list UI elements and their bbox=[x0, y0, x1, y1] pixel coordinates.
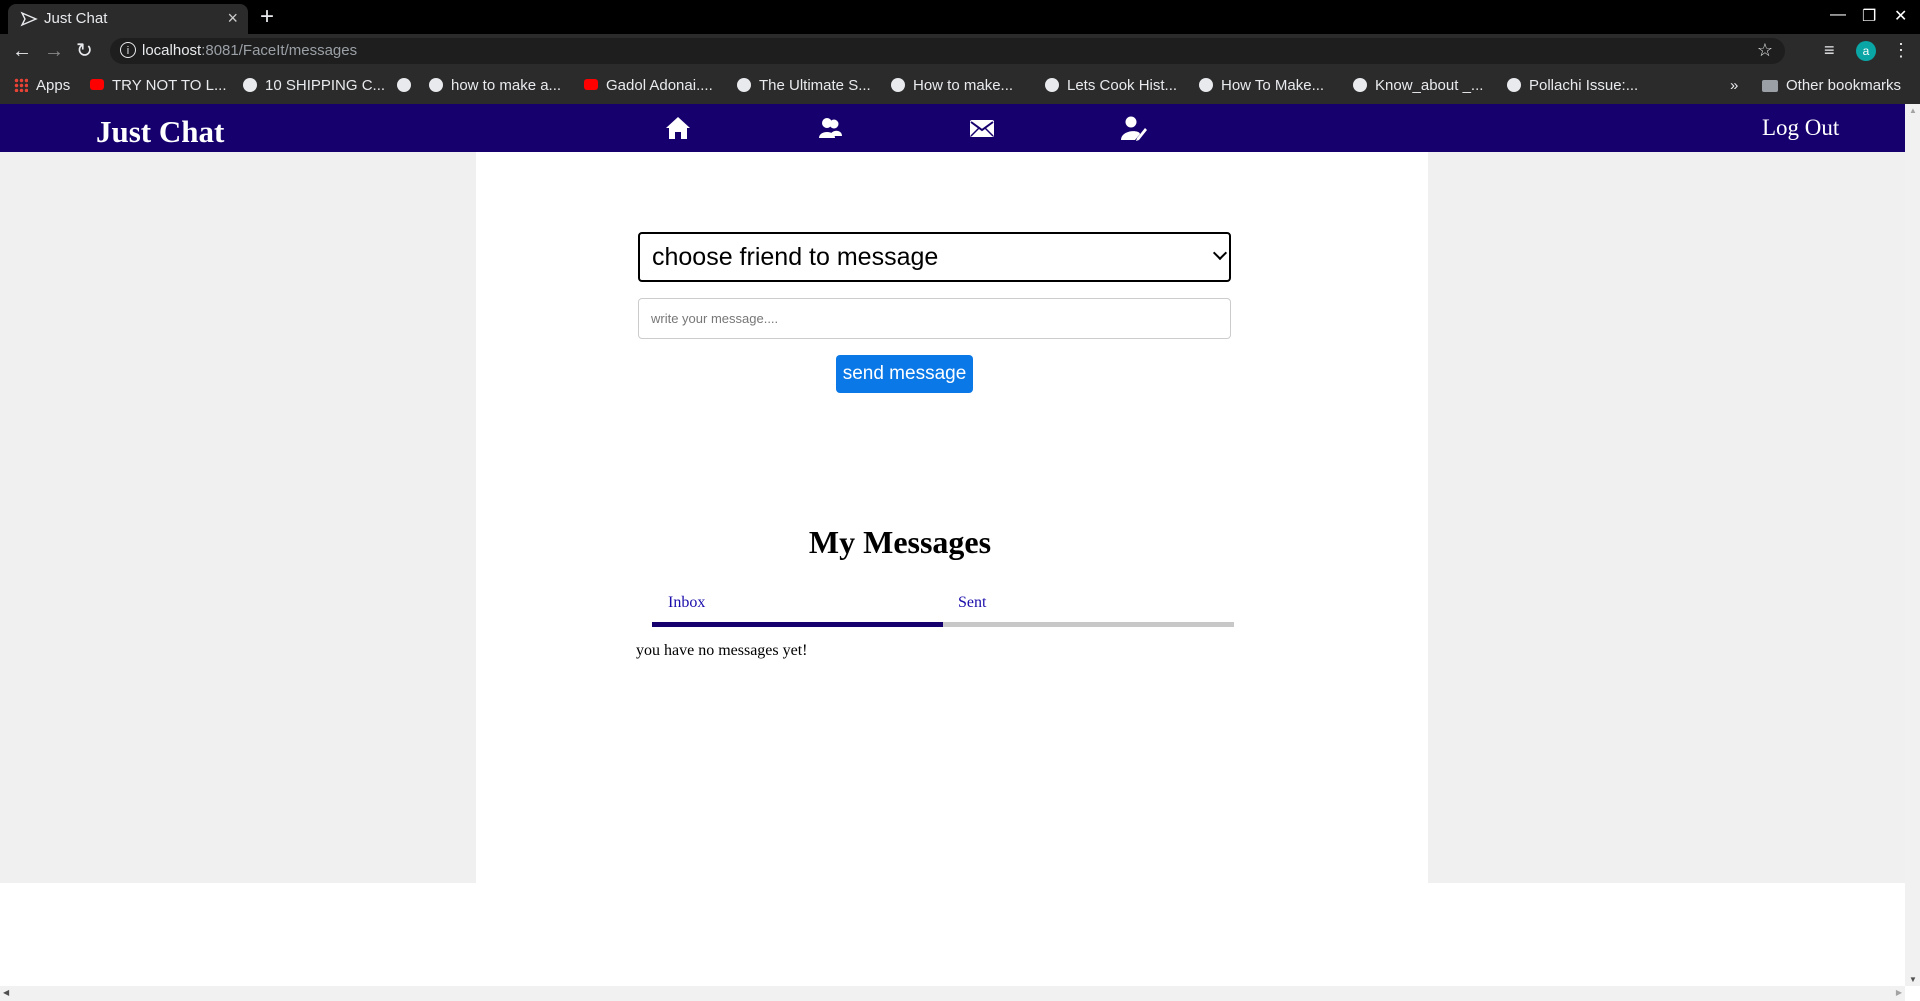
youtube-icon bbox=[584, 79, 598, 90]
messages-heading: My Messages bbox=[808, 524, 992, 560]
tab-close-icon[interactable]: × bbox=[227, 8, 238, 29]
bookmark-item[interactable]: How To Make... bbox=[1199, 77, 1324, 94]
folder-icon bbox=[1762, 80, 1778, 92]
bookmark-item[interactable]: Gadol Adonai.... bbox=[584, 77, 713, 94]
globe-icon bbox=[891, 78, 905, 92]
globe-icon bbox=[429, 78, 443, 92]
tab-active-indicator bbox=[652, 622, 943, 627]
scroll-down-icon[interactable]: ▼ bbox=[1909, 975, 1917, 984]
forward-icon[interactable]: → bbox=[44, 39, 64, 63]
scroll-up-icon[interactable]: ▲ bbox=[1909, 106, 1917, 115]
site-info-icon[interactable]: i bbox=[120, 42, 136, 58]
scroll-right-icon[interactable]: ▶ bbox=[1896, 988, 1902, 997]
url-text: localhost:8081/FaceIt/messages bbox=[142, 42, 358, 59]
bookmark-item[interactable]: 10 SHIPPING C... bbox=[243, 77, 385, 94]
app-navbar: Just Chat Log Out bbox=[0, 104, 1905, 152]
bookmark-item[interactable]: how to make a... bbox=[429, 77, 561, 94]
bookmark-item[interactable] bbox=[397, 77, 419, 94]
scroll-left-icon[interactable]: ◀ bbox=[3, 988, 9, 997]
friends-icon[interactable] bbox=[816, 114, 844, 142]
tab-inbox[interactable]: Inbox bbox=[668, 594, 705, 612]
edit-profile-icon[interactable] bbox=[1120, 114, 1148, 142]
bookmark-star-icon[interactable]: ☆ bbox=[1757, 40, 1773, 61]
bookmark-item[interactable]: How to make... bbox=[891, 77, 1013, 94]
bookmark-item[interactable]: The Ultimate S... bbox=[737, 77, 871, 94]
globe-icon bbox=[1045, 78, 1059, 92]
other-bookmarks[interactable]: Other bookmarks bbox=[1762, 77, 1901, 94]
browser-toolbar: ← → ↻ i localhost:8081/FaceIt/messages ☆… bbox=[0, 34, 1920, 68]
bookmark-item[interactable]: Know_about _... bbox=[1353, 77, 1483, 94]
chevron-down-icon bbox=[1212, 245, 1228, 261]
globe-icon bbox=[1199, 78, 1213, 92]
profile-avatar[interactable]: a bbox=[1856, 41, 1876, 61]
bookmarks-overflow-button[interactable]: » bbox=[1730, 77, 1738, 94]
globe-icon bbox=[1353, 78, 1367, 92]
tab-indicator-track bbox=[652, 622, 1234, 627]
bookmark-apps[interactable]: Apps bbox=[14, 77, 70, 94]
empty-messages-note: you have no messages yet! bbox=[636, 642, 808, 659]
tab-title: Just Chat bbox=[44, 10, 108, 27]
friend-select[interactable]: choose friend to message bbox=[638, 232, 1231, 282]
home-icon[interactable] bbox=[664, 114, 692, 142]
reload-icon[interactable]: ↻ bbox=[76, 39, 93, 63]
vertical-scrollbar[interactable]: ▲ ▼ bbox=[1905, 104, 1920, 986]
menu-kebab-icon[interactable]: ⋮ bbox=[1892, 40, 1910, 61]
globe-icon bbox=[737, 78, 751, 92]
tab-sent[interactable]: Sent bbox=[958, 594, 986, 612]
bookmark-item[interactable]: Pollachi Issue:... bbox=[1507, 77, 1638, 94]
globe-icon bbox=[1507, 78, 1521, 92]
address-bar[interactable]: i localhost:8081/FaceIt/messages ☆ bbox=[110, 38, 1785, 64]
youtube-icon bbox=[90, 79, 104, 90]
message-input[interactable] bbox=[638, 298, 1231, 339]
send-icon bbox=[20, 11, 38, 27]
globe-icon bbox=[397, 78, 411, 92]
logout-link[interactable]: Log Out bbox=[1762, 115, 1839, 141]
messages-icon[interactable] bbox=[968, 114, 996, 142]
back-icon[interactable]: ← bbox=[12, 39, 32, 63]
brand-title[interactable]: Just Chat bbox=[96, 114, 224, 150]
bookmark-item[interactable]: TRY NOT TO L... bbox=[90, 77, 227, 94]
browser-tab[interactable]: Just Chat × bbox=[8, 4, 248, 34]
window-close-icon[interactable]: ✕ bbox=[1894, 6, 1907, 26]
friend-select-value: choose friend to message bbox=[652, 243, 939, 271]
send-message-button[interactable]: send message bbox=[836, 355, 973, 393]
globe-icon bbox=[243, 78, 257, 92]
horizontal-scrollbar[interactable]: ◀ ▶ bbox=[0, 986, 1905, 1001]
restore-icon[interactable]: ❐ bbox=[1862, 6, 1876, 26]
bookmarks-bar: Apps TRY NOT TO L... 10 SHIPPING C... ho… bbox=[0, 68, 1920, 104]
new-tab-button[interactable]: + bbox=[260, 3, 274, 31]
apps-grid-icon bbox=[14, 78, 28, 92]
media-control-icon[interactable]: ≡ bbox=[1824, 40, 1835, 61]
minimize-icon[interactable]: — bbox=[1830, 6, 1846, 24]
bookmark-item[interactable]: Lets Cook Hist... bbox=[1045, 77, 1177, 94]
browser-tabstrip: Just Chat × + — ❐ ✕ bbox=[0, 0, 1920, 34]
